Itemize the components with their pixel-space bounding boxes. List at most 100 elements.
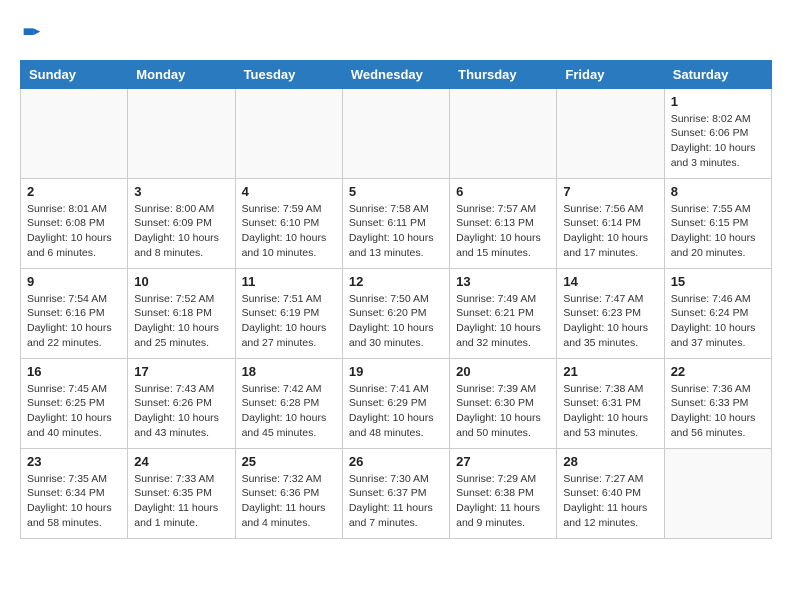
day-header-saturday: Saturday — [664, 60, 771, 88]
calendar-cell — [342, 88, 449, 178]
calendar-cell: 20 Sunrise: 7:39 AMSunset: 6:30 PMDayligh… — [450, 358, 557, 448]
day-header-friday: Friday — [557, 60, 664, 88]
logo-flag-icon — [22, 25, 42, 45]
day-number: 13 — [456, 274, 550, 289]
day-info: Sunrise: 7:51 AMSunset: 6:19 PMDaylight:… — [242, 292, 336, 351]
calendar-cell: 8 Sunrise: 7:55 AMSunset: 6:15 PMDaylight… — [664, 178, 771, 268]
day-number: 23 — [27, 454, 121, 469]
day-info: Sunrise: 7:27 AMSunset: 6:40 PMDaylight:… — [563, 472, 657, 531]
calendar-cell — [128, 88, 235, 178]
day-info: Sunrise: 7:42 AMSunset: 6:28 PMDaylight:… — [242, 382, 336, 441]
calendar-cell: 1 Sunrise: 8:02 AMSunset: 6:06 PMDaylight… — [664, 88, 771, 178]
day-number: 6 — [456, 184, 550, 199]
day-number: 16 — [27, 364, 121, 379]
calendar-cell: 6 Sunrise: 7:57 AMSunset: 6:13 PMDaylight… — [450, 178, 557, 268]
calendar-cell: 23 Sunrise: 7:35 AMSunset: 6:34 PMDayligh… — [21, 448, 128, 538]
day-number: 25 — [242, 454, 336, 469]
day-number: 28 — [563, 454, 657, 469]
day-info: Sunrise: 7:55 AMSunset: 6:15 PMDaylight:… — [671, 202, 765, 261]
calendar-cell: 5 Sunrise: 7:58 AMSunset: 6:11 PMDaylight… — [342, 178, 449, 268]
day-number: 21 — [563, 364, 657, 379]
day-header-tuesday: Tuesday — [235, 60, 342, 88]
calendar-cell: 11 Sunrise: 7:51 AMSunset: 6:19 PMDayligh… — [235, 268, 342, 358]
day-info: Sunrise: 7:39 AMSunset: 6:30 PMDaylight:… — [456, 382, 550, 441]
day-number: 22 — [671, 364, 765, 379]
calendar-cell: 25 Sunrise: 7:32 AMSunset: 6:36 PMDayligh… — [235, 448, 342, 538]
day-header-sunday: Sunday — [21, 60, 128, 88]
day-info: Sunrise: 8:02 AMSunset: 6:06 PMDaylight:… — [671, 112, 765, 171]
day-info: Sunrise: 7:41 AMSunset: 6:29 PMDaylight:… — [349, 382, 443, 441]
calendar-week-row: 16 Sunrise: 7:45 AMSunset: 6:25 PMDayligh… — [21, 358, 772, 448]
day-number: 14 — [563, 274, 657, 289]
day-info: Sunrise: 7:30 AMSunset: 6:37 PMDaylight:… — [349, 472, 443, 531]
calendar-cell: 15 Sunrise: 7:46 AMSunset: 6:24 PMDayligh… — [664, 268, 771, 358]
day-number: 18 — [242, 364, 336, 379]
day-info: Sunrise: 7:36 AMSunset: 6:33 PMDaylight:… — [671, 382, 765, 441]
calendar-cell: 27 Sunrise: 7:29 AMSunset: 6:38 PMDayligh… — [450, 448, 557, 538]
day-number: 15 — [671, 274, 765, 289]
calendar-cell — [21, 88, 128, 178]
calendar-cell — [557, 88, 664, 178]
day-info: Sunrise: 7:54 AMSunset: 6:16 PMDaylight:… — [27, 292, 121, 351]
day-header-wednesday: Wednesday — [342, 60, 449, 88]
day-header-monday: Monday — [128, 60, 235, 88]
day-number: 17 — [134, 364, 228, 379]
calendar-cell: 3Sunrise: 8:00 AMSunset: 6:09 PMDaylight… — [128, 178, 235, 268]
day-number: 27 — [456, 454, 550, 469]
calendar-cell — [450, 88, 557, 178]
calendar-week-row: 23 Sunrise: 7:35 AMSunset: 6:34 PMDayligh… — [21, 448, 772, 538]
day-info: Sunrise: 8:01 AMSunset: 6:08 PMDaylight:… — [27, 202, 121, 261]
day-info: Sunrise: 7:29 AMSunset: 6:38 PMDaylight:… — [456, 472, 550, 531]
calendar-cell: 14 Sunrise: 7:47 AMSunset: 6:23 PMDayligh… — [557, 268, 664, 358]
calendar-week-row: 1 Sunrise: 8:02 AMSunset: 6:06 PMDaylight… — [21, 88, 772, 178]
calendar-cell: 10 Sunrise: 7:52 AMSunset: 6:18 PMDayligh… — [128, 268, 235, 358]
day-info: Sunrise: 7:32 AMSunset: 6:36 PMDaylight:… — [242, 472, 336, 531]
day-number: 8 — [671, 184, 765, 199]
day-number: 10 — [134, 274, 228, 289]
calendar-cell: 22 Sunrise: 7:36 AMSunset: 6:33 PMDayligh… — [664, 358, 771, 448]
day-number: 2 — [27, 184, 121, 199]
day-number: 3 — [134, 184, 228, 199]
calendar-cell: 26 Sunrise: 7:30 AMSunset: 6:37 PMDayligh… — [342, 448, 449, 538]
day-number: 4 — [242, 184, 336, 199]
calendar-week-row: 9 Sunrise: 7:54 AMSunset: 6:16 PMDaylight… — [21, 268, 772, 358]
day-info: Sunrise: 7:56 AMSunset: 6:14 PMDaylight:… — [563, 202, 657, 261]
calendar-cell: 24Sunrise: 7:33 AMSunset: 6:35 PMDayligh… — [128, 448, 235, 538]
calendar-cell: 16 Sunrise: 7:45 AMSunset: 6:25 PMDayligh… — [21, 358, 128, 448]
day-header-thursday: Thursday — [450, 60, 557, 88]
day-number: 9 — [27, 274, 121, 289]
logo — [20, 25, 42, 50]
calendar-cell: 28 Sunrise: 7:27 AMSunset: 6:40 PMDayligh… — [557, 448, 664, 538]
calendar-cell: 2 Sunrise: 8:01 AMSunset: 6:08 PMDaylight… — [21, 178, 128, 268]
calendar-cell: 12 Sunrise: 7:50 AMSunset: 6:20 PMDayligh… — [342, 268, 449, 358]
day-number: 11 — [242, 274, 336, 289]
calendar-cell: 19Sunrise: 7:41 AMSunset: 6:29 PMDayligh… — [342, 358, 449, 448]
calendar-cell: 7 Sunrise: 7:56 AMSunset: 6:14 PMDaylight… — [557, 178, 664, 268]
calendar-cell — [664, 448, 771, 538]
calendar-cell: 9 Sunrise: 7:54 AMSunset: 6:16 PMDaylight… — [21, 268, 128, 358]
day-number: 26 — [349, 454, 443, 469]
day-number: 12 — [349, 274, 443, 289]
calendar-cell — [235, 88, 342, 178]
day-info: Sunrise: 7:59 AMSunset: 6:10 PMDaylight:… — [242, 202, 336, 261]
day-info: Sunrise: 7:38 AMSunset: 6:31 PMDaylight:… — [563, 382, 657, 441]
calendar-cell: 17Sunrise: 7:43 AMSunset: 6:26 PMDayligh… — [128, 358, 235, 448]
calendar-cell: 21 Sunrise: 7:38 AMSunset: 6:31 PMDayligh… — [557, 358, 664, 448]
day-info: Sunrise: 7:45 AMSunset: 6:25 PMDaylight:… — [27, 382, 121, 441]
day-info: Sunrise: 7:58 AMSunset: 6:11 PMDaylight:… — [349, 202, 443, 261]
day-info: Sunrise: 7:57 AMSunset: 6:13 PMDaylight:… — [456, 202, 550, 261]
day-number: 20 — [456, 364, 550, 379]
calendar-cell: 18 Sunrise: 7:42 AMSunset: 6:28 PMDayligh… — [235, 358, 342, 448]
day-info: Sunrise: 7:50 AMSunset: 6:20 PMDaylight:… — [349, 292, 443, 351]
day-number: 7 — [563, 184, 657, 199]
day-info: Sunrise: 7:49 AMSunset: 6:21 PMDaylight:… — [456, 292, 550, 351]
calendar-cell: 4 Sunrise: 7:59 AMSunset: 6:10 PMDaylight… — [235, 178, 342, 268]
day-info: Sunrise: 7:46 AMSunset: 6:24 PMDaylight:… — [671, 292, 765, 351]
page-header — [20, 20, 772, 50]
day-number: 1 — [671, 94, 765, 109]
day-number: 5 — [349, 184, 443, 199]
day-info: Sunrise: 7:52 AMSunset: 6:18 PMDaylight:… — [134, 292, 228, 351]
calendar-header-row: SundayMondayTuesdayWednesdayThursdayFrid… — [21, 60, 772, 88]
day-info: Sunrise: 7:47 AMSunset: 6:23 PMDaylight:… — [563, 292, 657, 351]
day-info: Sunrise: 7:35 AMSunset: 6:34 PMDaylight:… — [27, 472, 121, 531]
